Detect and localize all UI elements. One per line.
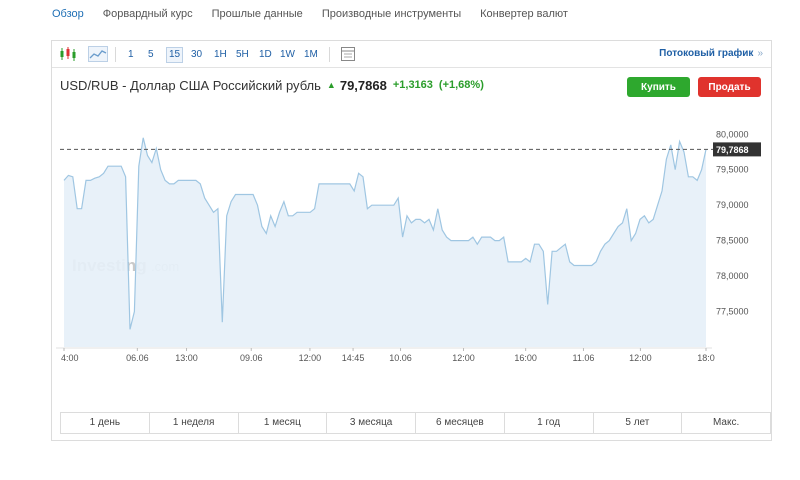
double-chevron-icon: » bbox=[757, 48, 763, 59]
last-price: 79,7868 bbox=[339, 77, 387, 93]
period-6-months[interactable]: 6 месяцев bbox=[416, 413, 505, 433]
x-tick-label: 18:0 bbox=[697, 353, 715, 363]
timeframe-5[interactable]: 5 bbox=[146, 48, 156, 62]
y-tick-label: 78,0000 bbox=[716, 271, 749, 281]
area-chart-icon[interactable] bbox=[88, 46, 108, 62]
chart-toolbar: 1 5 15 30 1H 5H 1D 1W 1M Потоковый графи… bbox=[52, 41, 771, 68]
streaming-chart-link[interactable]: Потоковый график» bbox=[659, 48, 763, 59]
arrow-up-icon: ▲ bbox=[326, 80, 336, 90]
x-tick-label: 14:45 bbox=[342, 353, 365, 363]
y-tick-label: 79,0000 bbox=[716, 200, 749, 210]
price-change: +1,3163 bbox=[392, 79, 433, 91]
period-5-years[interactable]: 5 лет bbox=[594, 413, 683, 433]
toolbar-separator bbox=[329, 47, 330, 62]
x-tick-label: 16:00 bbox=[514, 353, 537, 363]
nav-historical-data[interactable]: Прошлые данные bbox=[212, 8, 303, 24]
nav-derivatives[interactable]: Производные инструменты bbox=[322, 8, 461, 24]
period-1-day[interactable]: 1 день bbox=[61, 413, 150, 433]
instrument-name: USD/RUB - Доллар США Российский рубль bbox=[60, 77, 321, 93]
quote-header: USD/RUB - Доллар США Российский рубль ▲ … bbox=[60, 77, 484, 93]
y-tick-label: 80,0000 bbox=[716, 129, 749, 139]
timeframe-1[interactable]: 1 bbox=[126, 48, 136, 62]
period-max[interactable]: Макс. bbox=[682, 413, 770, 433]
chart-panel: 1 5 15 30 1H 5H 1D 1W 1M Потоковый графи… bbox=[51, 40, 772, 441]
streaming-chart-label: Потоковый график bbox=[659, 48, 754, 59]
period-1-month[interactable]: 1 месяц bbox=[239, 413, 328, 433]
last-price-label: 79,7868 bbox=[716, 145, 749, 155]
timeframe-1h[interactable]: 1H bbox=[212, 48, 229, 62]
x-tick-label: 11.06 bbox=[573, 353, 595, 363]
timeframe-1w[interactable]: 1W bbox=[278, 48, 297, 62]
period-1-year[interactable]: 1 год bbox=[505, 413, 594, 433]
period-3-months[interactable]: 3 месяца bbox=[327, 413, 416, 433]
nav-overview[interactable]: Обзор bbox=[52, 8, 84, 24]
timeframe-15[interactable]: 15 bbox=[166, 47, 184, 63]
x-tick-label: 12:00 bbox=[629, 353, 652, 363]
y-tick-label: 79,5000 bbox=[716, 165, 749, 175]
price-change-percent: (+1,68%) bbox=[438, 79, 484, 91]
nav-forward-rate[interactable]: Форвардный курс bbox=[103, 8, 193, 24]
period-selector: 1 день 1 неделя 1 месяц 3 месяца 6 месяц… bbox=[60, 412, 771, 434]
x-tick-label: 06.06 bbox=[126, 353, 149, 363]
y-tick-label: 77,5000 bbox=[716, 307, 749, 317]
top-navigation: Обзор Форвардный курс Прошлые данные Про… bbox=[52, 8, 587, 24]
buy-button[interactable]: Купить bbox=[627, 77, 690, 97]
x-tick-label: 09.06 bbox=[240, 353, 263, 363]
x-tick-label: 12:00 bbox=[299, 353, 322, 363]
period-1-week[interactable]: 1 неделя bbox=[150, 413, 239, 433]
x-tick-label: 4:00 bbox=[61, 353, 79, 363]
x-tick-label: 10.06 bbox=[389, 353, 412, 363]
y-tick-label: 78,5000 bbox=[716, 236, 749, 246]
nav-currency-converter[interactable]: Конвертер валют bbox=[480, 8, 568, 24]
toolbar-separator bbox=[115, 47, 116, 62]
sell-button[interactable]: Продать bbox=[698, 77, 761, 97]
candlestick-icon[interactable] bbox=[58, 46, 78, 62]
timeframe-30[interactable]: 30 bbox=[189, 48, 204, 62]
price-chart[interactable]: Investing.com77,500078,000078,500079,000… bbox=[52, 101, 771, 401]
x-tick-label: 12:00 bbox=[452, 353, 475, 363]
timeframe-5h[interactable]: 5H bbox=[234, 48, 251, 62]
table-icon[interactable] bbox=[338, 46, 358, 62]
timeframe-1m[interactable]: 1M bbox=[302, 48, 320, 62]
timeframe-1d[interactable]: 1D bbox=[257, 48, 274, 62]
x-tick-label: 13:00 bbox=[175, 353, 198, 363]
